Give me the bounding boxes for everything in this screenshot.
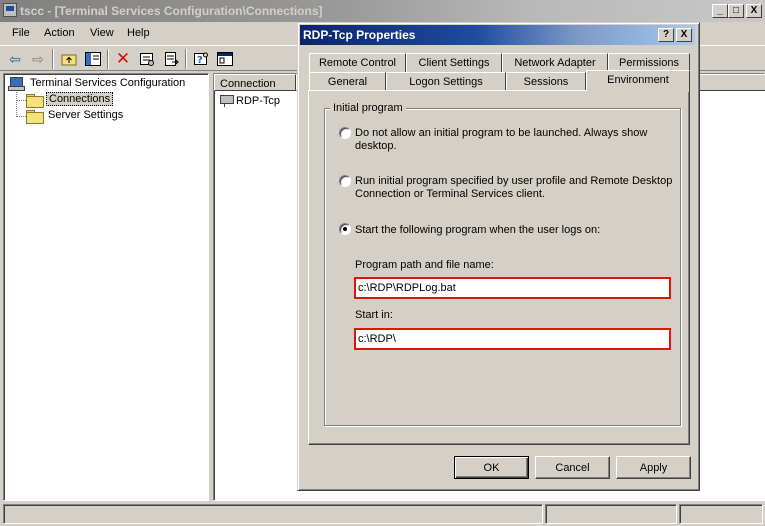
folder-icon bbox=[26, 94, 44, 108]
svg-text:?: ? bbox=[197, 55, 203, 66]
program-path-label: Program path and file name: bbox=[355, 259, 494, 271]
app-icon[interactable] bbox=[3, 3, 17, 17]
program-path-input[interactable] bbox=[358, 282, 667, 294]
main-window-title: tscc - [Terminal Services Configuration\… bbox=[20, 4, 323, 18]
menu-help[interactable]: Help bbox=[127, 27, 150, 39]
tab-environment[interactable]: Environment bbox=[586, 70, 690, 91]
back-arrow-icon[interactable]: ⇦ bbox=[5, 49, 25, 69]
start-program-radio[interactable] bbox=[339, 223, 351, 235]
no-initial-program-label[interactable]: Do not allow an initial program to be la… bbox=[355, 127, 675, 153]
status-bar-pane bbox=[545, 504, 677, 524]
tab-logon-settings[interactable]: Logon Settings bbox=[386, 72, 506, 91]
help-icon[interactable]: ? bbox=[191, 49, 211, 69]
delete-icon[interactable]: ✕ bbox=[113, 49, 133, 69]
dialog-title: RDP-Tcp Properties bbox=[303, 28, 416, 42]
list-item-rdp-tcp[interactable]: RDP-Tcp bbox=[236, 95, 280, 107]
tree-item-label: Connections bbox=[46, 92, 114, 106]
export-list-icon[interactable] bbox=[161, 49, 181, 69]
up-folder-icon[interactable] bbox=[59, 49, 79, 69]
maximize-button[interactable]: □ bbox=[728, 4, 744, 18]
menu-view[interactable]: View bbox=[90, 27, 114, 39]
tree-connector bbox=[16, 90, 17, 117]
forward-arrow-icon[interactable]: ⇨ bbox=[28, 49, 48, 69]
active-tab-join bbox=[587, 89, 689, 92]
start-in-label: Start in: bbox=[355, 309, 393, 321]
help-title-button[interactable]: ? bbox=[658, 28, 674, 42]
start-program-label[interactable]: Start the following program when the use… bbox=[355, 224, 600, 237]
status-bar-pane bbox=[3, 504, 543, 524]
initial-program-group-label: Initial program bbox=[330, 102, 406, 114]
start-in-field[interactable] bbox=[354, 328, 671, 350]
status-bar-pane bbox=[679, 504, 763, 524]
tree-item-label: Server Settings bbox=[48, 109, 124, 121]
network-connection-icon bbox=[219, 95, 234, 107]
properties-icon[interactable] bbox=[137, 49, 157, 69]
close-button[interactable]: X bbox=[746, 4, 762, 18]
tree-connector bbox=[16, 100, 26, 101]
dialog-close-button[interactable]: X bbox=[676, 28, 692, 42]
ok-button[interactable]: OK bbox=[454, 456, 529, 479]
dialog-title-bar: RDP-Tcp Properties ? X bbox=[300, 25, 695, 45]
toolbar-separator bbox=[185, 49, 187, 69]
tree-connector bbox=[16, 116, 26, 117]
tab-remote-control[interactable]: Remote Control bbox=[309, 53, 406, 72]
apply-button[interactable]: Apply bbox=[616, 456, 691, 479]
menu-action[interactable]: Action bbox=[44, 27, 75, 39]
console-icon[interactable] bbox=[215, 49, 235, 69]
user-profile-program-radio[interactable] bbox=[339, 175, 351, 187]
show-hide-tree-icon[interactable] bbox=[83, 49, 103, 69]
toolbar-separator bbox=[52, 49, 54, 69]
tree-root-label: Terminal Services Configuration bbox=[30, 77, 186, 89]
column-header-connection[interactable]: Connection bbox=[214, 74, 296, 91]
user-profile-program-label[interactable]: Run initial program specified by user pr… bbox=[355, 175, 675, 201]
folder-icon bbox=[26, 110, 44, 124]
toolbar-separator bbox=[107, 49, 109, 69]
start-in-input[interactable] bbox=[358, 333, 667, 345]
main-title-bar: tscc - [Terminal Services Configuration\… bbox=[0, 0, 765, 22]
program-path-field[interactable] bbox=[354, 277, 671, 299]
menu-file[interactable]: File bbox=[12, 27, 30, 39]
minimize-button[interactable]: _ bbox=[712, 4, 728, 18]
tree-pane[interactable]: Terminal Services Configuration Connecti… bbox=[3, 73, 209, 501]
computer-icon bbox=[8, 77, 25, 91]
tab-sessions[interactable]: Sessions bbox=[506, 72, 586, 91]
tab-client-settings[interactable]: Client Settings bbox=[406, 53, 502, 72]
cancel-button[interactable]: Cancel bbox=[535, 456, 610, 479]
tab-general[interactable]: General bbox=[309, 72, 386, 91]
no-initial-program-radio[interactable] bbox=[339, 127, 351, 139]
